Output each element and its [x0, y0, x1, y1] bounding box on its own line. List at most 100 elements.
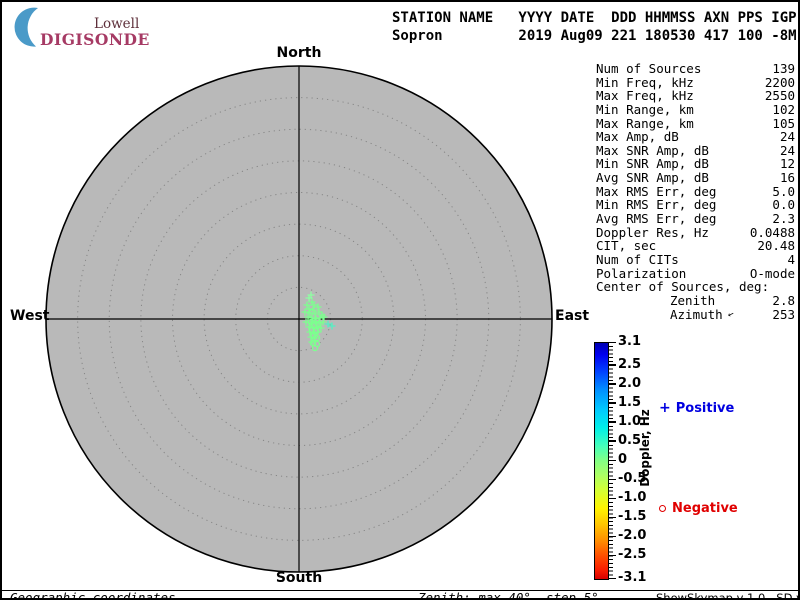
- colorbar-major-tick: [609, 555, 616, 556]
- stats-value: 4: [787, 253, 795, 267]
- logo-product-text: DIGISONDE: [40, 30, 150, 49]
- stats-value: 2.3: [772, 212, 795, 226]
- stats-label: CIT, sec: [596, 239, 656, 253]
- colorbar-tick-label: -3.1: [618, 570, 646, 585]
- stats-row: Min RMS Err, deg 0.0: [596, 198, 795, 212]
- stats-value: 102: [772, 103, 795, 117]
- stats-label: Max Range, km: [596, 117, 694, 131]
- stats-row: Polarization O-mode: [596, 267, 795, 281]
- compass-label-north: North: [274, 45, 324, 61]
- legend-negative: Negative: [659, 501, 738, 516]
- stats-label: Center of Sources, deg:: [596, 280, 769, 294]
- legend-negative-label: Negative: [672, 501, 738, 516]
- circle-icon: [659, 505, 666, 512]
- stats-value: 2550: [765, 89, 795, 103]
- plus-icon: +: [659, 400, 671, 416]
- colorbar-axis-title: Doppler, Hz: [638, 409, 652, 487]
- stats-label: Num of CITs: [596, 253, 679, 267]
- stats-value: 105: [772, 117, 795, 131]
- colorbar-tick-label: 3.1: [618, 334, 641, 349]
- stats-label: Azimuth←: [670, 308, 734, 322]
- program-version-label: ShowSkymap v 1.0 SD v 5.1: [656, 591, 800, 600]
- stats-label: Max Freq, kHz: [596, 89, 694, 103]
- stats-value: O-mode: [750, 267, 795, 281]
- measurement-stats-panel: Num of Sources139Min Freq, kHz2200Max Fr…: [596, 62, 795, 321]
- colorbar-tick-label: -2.0: [618, 528, 646, 543]
- stats-value: 24: [780, 144, 795, 158]
- colorbar-major-tick: [609, 421, 616, 422]
- colorbar-tick-label: 2.5: [618, 357, 641, 372]
- stats-row: Min SNR Amp, dB 12: [596, 157, 795, 171]
- colorbar-tick-label: 2.0: [618, 376, 641, 391]
- coordinates-mode-label: Geographic coordinates: [10, 590, 176, 600]
- lowell-digisonde-logo: Lowell DIGISONDE: [12, 6, 172, 50]
- stats-value: 2200: [765, 76, 795, 90]
- stats-row: Doppler Res, Hz 0.0488: [596, 226, 795, 240]
- stats-value: 139: [772, 62, 795, 76]
- stats-row: Max Range, km 105: [596, 117, 795, 131]
- colorbar-major-tick: [609, 517, 616, 518]
- colorbar-major-tick: [609, 402, 616, 403]
- azimuth-direction-arrow-icon: ←: [725, 307, 736, 322]
- colorbar-tick-label: 0: [618, 452, 627, 467]
- stats-value: 0.0488: [750, 226, 795, 240]
- stats-label: Avg RMS Err, deg: [596, 212, 716, 226]
- stats-label: Min SNR Amp, dB: [596, 157, 709, 171]
- legend-positive-label: Positive: [676, 401, 735, 416]
- stats-label: Max Amp, dB: [596, 130, 679, 144]
- stats-label: Zenith: [670, 294, 715, 308]
- showskymap-window: Lowell DIGISONDE STATION NAME YYYY DATE …: [0, 0, 800, 600]
- stats-value: 253: [772, 308, 795, 322]
- stats-label: Min Freq, kHz: [596, 76, 694, 90]
- stats-row: Avg RMS Err, deg 2.3: [596, 212, 795, 226]
- compass-label-west: West: [10, 308, 48, 324]
- stats-value: 24: [780, 130, 795, 144]
- stats-row: Azimuth← 253: [596, 308, 795, 322]
- colorbar-major-tick: [609, 383, 616, 384]
- stats-row: Center of Sources, deg:: [596, 280, 795, 294]
- stats-row: Max SNR Amp, dB 24: [596, 144, 795, 158]
- stats-row: Num of CITs 4: [596, 253, 795, 267]
- stats-value: 20.48: [757, 239, 795, 253]
- stats-row: Max RMS Err, deg 5.0: [596, 185, 795, 199]
- stats-label: Polarization: [596, 267, 686, 281]
- stats-value: 2.8: [772, 294, 795, 308]
- colorbar-major-tick: [609, 536, 616, 537]
- colorbar-major-tick: [609, 342, 616, 343]
- colorbar-major-tick: [609, 498, 616, 499]
- stats-label: Max SNR Amp, dB: [596, 144, 709, 158]
- stats-value: 5.0: [772, 185, 795, 199]
- colorbar-tick-label: -1.5: [618, 509, 646, 524]
- stats-value: 0.0: [772, 198, 795, 212]
- stats-label: Avg SNR Amp, dB: [596, 171, 709, 185]
- stats-label: Min RMS Err, deg: [596, 198, 716, 212]
- stats-row: Min Range, km 102: [596, 103, 795, 117]
- stats-row: Num of Sources 139: [596, 62, 795, 76]
- stats-row: Max Freq, kHz 2550: [596, 89, 795, 103]
- stats-row: CIT, sec 20.48: [596, 239, 795, 253]
- compass-label-east: East: [555, 308, 589, 324]
- stats-value: 12: [780, 157, 795, 171]
- stats-label: Max RMS Err, deg: [596, 185, 716, 199]
- colorbar-major-tick: [609, 440, 616, 441]
- crescent-moon-icon: [15, 8, 38, 47]
- station-header-table: STATION NAME YYYY DATE DDD HHMMSS AXN PP…: [392, 9, 797, 45]
- colorbar-major-tick: [609, 479, 616, 480]
- doppler-colorbar: [594, 342, 609, 580]
- colorbar-tick-label: -2.5: [618, 547, 646, 562]
- stats-label: Num of Sources: [596, 62, 701, 76]
- colorbar-major-tick: [609, 460, 616, 461]
- compass-label-south: South: [274, 570, 324, 586]
- colorbar-major-tick: [609, 364, 616, 365]
- zenith-scale-label: Zenith: max 40° step 5°: [418, 590, 599, 600]
- stats-row: Avg SNR Amp, dB 16: [596, 171, 795, 185]
- stats-row: Max Amp, dB 24: [596, 130, 795, 144]
- stats-label: Min Range, km: [596, 103, 694, 117]
- stats-value: 16: [780, 171, 795, 185]
- stats-row: Min Freq, kHz 2200: [596, 76, 795, 90]
- colorbar-tick-label: -1.0: [618, 490, 646, 505]
- legend-positive: + Positive: [659, 400, 734, 416]
- colorbar-major-tick: [609, 578, 616, 579]
- stats-row: Zenith 2.8: [596, 294, 795, 308]
- stats-label: Doppler Res, Hz: [596, 226, 709, 240]
